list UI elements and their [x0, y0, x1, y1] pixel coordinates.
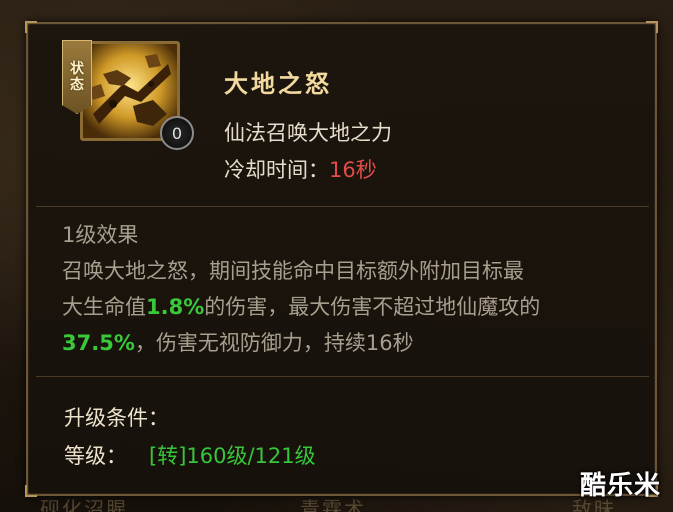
upgrade-condition-title: 升级条件： — [64, 406, 169, 430]
upgrade-level-label: 等级： — [64, 444, 127, 468]
section-divider — [36, 376, 649, 377]
status-badge-char: 状 — [70, 61, 84, 77]
effect-line: 大生命值1.8%的伤害，最大伤害不超过地仙魔攻的 — [62, 289, 642, 325]
upgrade-level-row: 等级： [转]160级/121级 — [64, 440, 316, 470]
effect-text: 的伤害，最大伤害不超过地仙魔攻的 — [204, 295, 541, 319]
panel-corner-ornament — [25, 21, 37, 33]
skill-name: 大地之怒 — [224, 70, 332, 98]
upgrade-level-value: [转]160级/121级 — [149, 444, 316, 468]
status-badge-char: 态 — [70, 77, 84, 93]
skill-effect-block: 1级效果 召唤大地之怒，期间技能命中目标额外附加目标最 大生命值1.8%的伤害，… — [62, 217, 642, 361]
effect-highlight-value: 37.5% — [62, 331, 135, 355]
skill-level-ring: 0 — [160, 116, 194, 150]
cooldown-label: 冷却时间： — [224, 158, 329, 182]
effect-text: 大生命值 — [62, 295, 146, 319]
effect-highlight-value: 1.8% — [146, 295, 205, 319]
status-badge: 状 态 — [62, 40, 92, 114]
panel-corner-ornament — [25, 485, 37, 497]
effect-text: ，伤害无视防御力，持续16秒 — [134, 331, 414, 355]
skill-tooltip-panel: 状 态 0 大地之怒 仙法召唤大地之力 冷却时间：16秒 1级效果 召唤大地之怒… — [25, 21, 658, 497]
background-text-left: 砚化沼腥 — [40, 498, 128, 512]
watermark-logo: 酷乐米 — [579, 471, 661, 501]
cooldown-row: 冷却时间：16秒 — [224, 154, 377, 184]
skill-description: 仙法召唤大地之力 — [224, 121, 392, 145]
effect-title: 1级效果 — [62, 223, 139, 247]
cooldown-value: 16秒 — [329, 158, 377, 182]
effect-line: 37.5%，伤害无视防御力，持续16秒 — [62, 325, 642, 361]
background-text-mid: 青霖术 — [300, 498, 366, 512]
panel-corner-ornament — [646, 21, 658, 33]
section-divider — [36, 206, 649, 207]
effect-line: 召唤大地之怒，期间技能命中目标额外附加目标最 — [62, 259, 524, 283]
